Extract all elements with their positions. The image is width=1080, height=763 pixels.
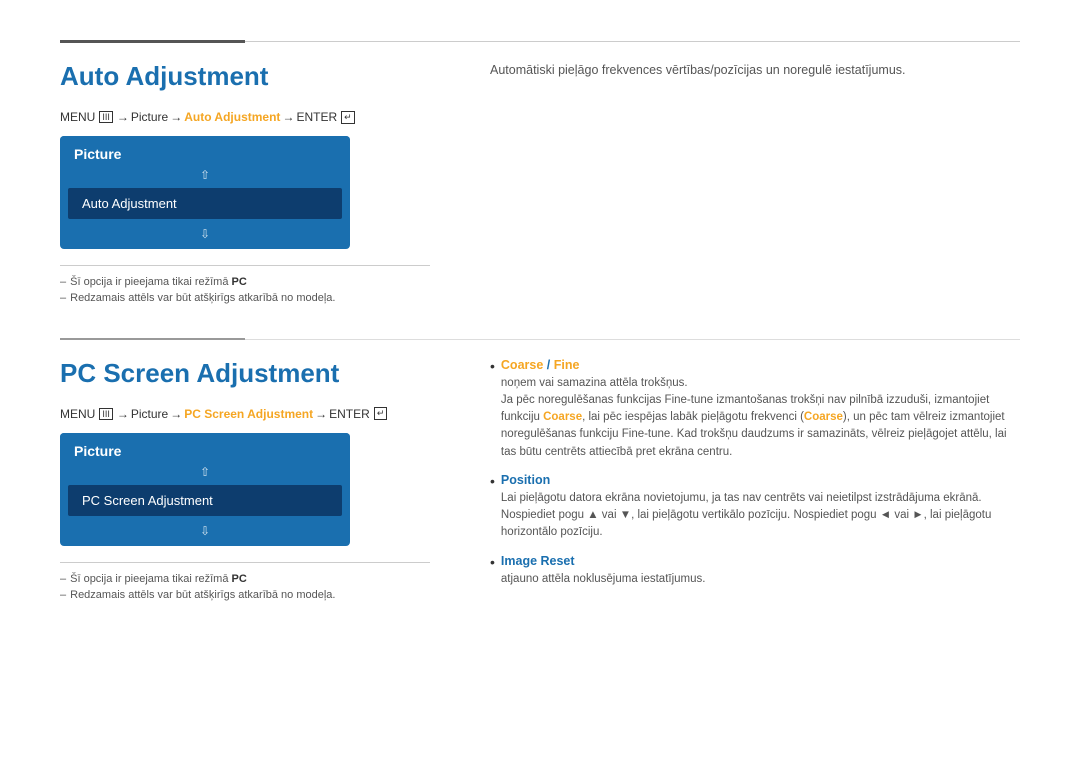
note-bold-1-1: PC [232, 276, 247, 288]
arrow2-1: → [170, 110, 182, 124]
arrow3-2: → [315, 407, 327, 421]
coarse-inline-2: Coarse [804, 411, 843, 423]
pc-screen-adjustment-left: PC Screen Adjustment MENU III → Picture … [60, 358, 460, 605]
path-highlight-1: Auto Adjustment [184, 110, 280, 124]
pc-screen-adjustment-title: PC Screen Adjustment [60, 358, 430, 389]
divider-dark [60, 40, 245, 43]
note-bold-2-1: PC [232, 573, 247, 585]
arrow3-1: → [282, 110, 294, 124]
note-2-1: – Šī opcija ir pieejama tikai režīmā PC [60, 573, 430, 585]
picture-header-1: Picture [60, 136, 350, 166]
bullet-title-position: Position [501, 473, 1020, 487]
bullet-content-1: Coarse / Fine noņem vai samazina attēla … [501, 358, 1020, 461]
bullet-dot-1: • [490, 358, 495, 374]
bullet-content-2: Position Lai pieļāgotu datora ekrāna nov… [501, 473, 1020, 542]
auto-adjustment-title: Auto Adjustment [60, 61, 430, 92]
arrow-up-2: ⇧ [60, 463, 350, 481]
path-enter-1: ENTER [296, 110, 337, 124]
auto-adjustment-left: Auto Adjustment MENU III → Picture → Aut… [60, 61, 460, 308]
top-dividers [60, 40, 1020, 43]
bullet-desc-position: Lai pieļāgotu datora ekrāna novietojumu,… [501, 490, 1020, 542]
pc-screen-menu-path: MENU III → Picture → PC Screen Adjustmen… [60, 407, 430, 421]
mid-dividers [60, 338, 1020, 340]
selected-item-1: Auto Adjustment [68, 188, 342, 219]
path-picture-2: Picture [131, 407, 168, 421]
bullet-desc-image-reset: atjauno attēla noklusējuma iestatījumus. [501, 571, 1020, 588]
picture-header-2: Picture [60, 433, 350, 463]
bullet-content-3: Image Reset atjauno attēla noklusējuma i… [501, 554, 1020, 588]
auto-adjustment-desc: Automātiski pieļāgo frekvences vērtības/… [490, 61, 1020, 80]
notes-section-1: – Šī opcija ir pieejama tikai režīmā PC … [60, 265, 430, 304]
auto-adjustment-menu-path: MENU III → Picture → Auto Adjustment → E… [60, 110, 430, 124]
pc-screen-adjustment-right: • Coarse / Fine noņem vai samazina attēl… [460, 358, 1020, 605]
coarse-inline-1: Coarse [543, 411, 582, 423]
arrow-up-1: ⇧ [60, 166, 350, 184]
mid-divider-dark [60, 338, 245, 340]
menu-icon-1: III [99, 111, 113, 123]
menu-label-2: MENU [60, 407, 95, 421]
notes-section-2: – Šī opcija ir pieejama tikai režīmā PC … [60, 562, 430, 601]
enter-icon-1: ↵ [341, 111, 355, 124]
path-highlight-2: PC Screen Adjustment [184, 407, 313, 421]
page-container: Auto Adjustment MENU III → Picture → Aut… [0, 0, 1080, 763]
menu-label-1: MENU [60, 110, 95, 124]
bullet-coarse-fine: • Coarse / Fine noņem vai samazina attēl… [490, 358, 1020, 461]
divider-light [245, 41, 1020, 42]
note-1-2: – Redzamais attēls var būt atšķirīgs atk… [60, 292, 430, 304]
mid-divider-light [245, 339, 1020, 340]
separator [60, 308, 1020, 338]
image-reset-label: Image Reset [501, 554, 575, 568]
arrow-down-2: ⇩ [60, 520, 350, 546]
bullet-title-coarse-fine: Coarse / Fine [501, 358, 1020, 372]
bullet-list: • Coarse / Fine noņem vai samazina attēl… [490, 358, 1020, 588]
arrow-down-1: ⇩ [60, 223, 350, 249]
arrow1-2: → [117, 407, 129, 421]
note-text-1-2: Redzamais attēls var būt atšķirīgs atkar… [70, 292, 335, 304]
auto-adjustment-right: Automātiski pieļāgo frekvences vērtības/… [460, 61, 1020, 308]
path-enter-2: ENTER [329, 407, 370, 421]
arrow2-2: → [170, 407, 182, 421]
auto-adjustment-section: Auto Adjustment MENU III → Picture → Aut… [60, 61, 1020, 308]
slash-separator: / [547, 358, 554, 372]
fine-label: Fine [554, 358, 580, 372]
menu-icon-2: III [99, 408, 113, 420]
arrow1-1: → [117, 110, 129, 124]
note-text-2-2: Redzamais attēls var būt atšķirīgs atkar… [70, 589, 335, 601]
bullet-dot-3: • [490, 554, 495, 570]
picture-box-2: Picture ⇧ PC Screen Adjustment ⇩ [60, 433, 350, 546]
selected-item-2: PC Screen Adjustment [68, 485, 342, 516]
pc-screen-adjustment-section: PC Screen Adjustment MENU III → Picture … [60, 358, 1020, 605]
coarse-label: Coarse [501, 358, 543, 372]
path-picture-1: Picture [131, 110, 168, 124]
bullet-position: • Position Lai pieļāgotu datora ekrāna n… [490, 473, 1020, 542]
note-2-2: – Redzamais attēls var būt atšķirīgs atk… [60, 589, 430, 601]
bullet-title-image-reset: Image Reset [501, 554, 1020, 568]
bullet-desc-coarse-fine: noņem vai samazina attēla trokšņus. Ja p… [501, 375, 1020, 461]
bullet-image-reset: • Image Reset atjauno attēla noklusējuma… [490, 554, 1020, 588]
picture-box-1: Picture ⇧ Auto Adjustment ⇩ [60, 136, 350, 249]
enter-icon-2: ↵ [374, 407, 388, 420]
position-label: Position [501, 473, 550, 487]
bullet-dot-2: • [490, 473, 495, 489]
note-1-1: – Šī opcija ir pieejama tikai režīmā PC [60, 276, 430, 288]
